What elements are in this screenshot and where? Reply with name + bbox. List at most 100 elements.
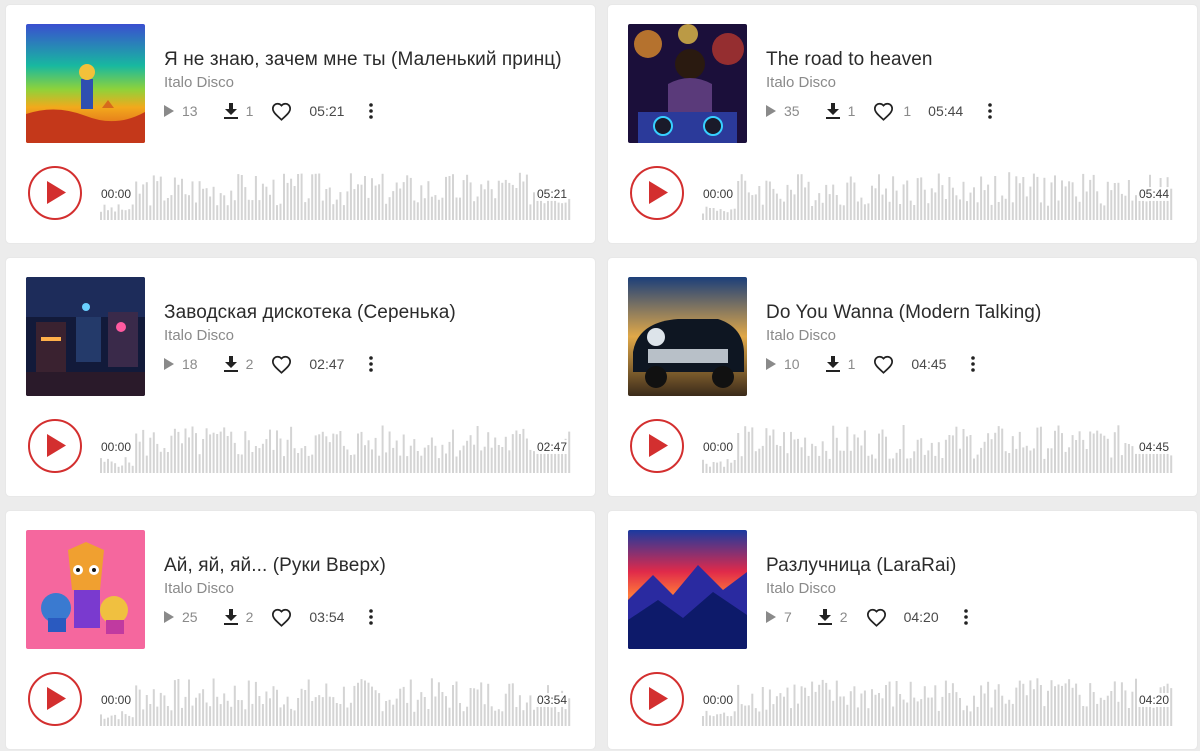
waveform-scrubber[interactable] [100, 678, 571, 726]
likes-stat [271, 355, 292, 374]
waveform-scrubber[interactable] [702, 172, 1173, 220]
heart-icon[interactable] [271, 608, 292, 627]
track-genre[interactable]: Italo Disco [164, 327, 234, 344]
heart-icon[interactable] [271, 355, 292, 374]
downloads-count: 2 [245, 356, 254, 372]
downloads-stat: 2 [223, 356, 272, 372]
likes-stat [271, 608, 292, 627]
plays-count: 10 [784, 356, 800, 372]
plays-count: 35 [784, 103, 800, 119]
total-time: 04:45 [1138, 440, 1171, 454]
play-icon [649, 434, 668, 457]
play-button[interactable] [630, 672, 684, 726]
downloads-stat: 2 [223, 609, 272, 625]
heart-icon[interactable] [866, 608, 887, 627]
track-title[interactable]: Заводская дискотека (Серенька) [164, 302, 456, 324]
play-button[interactable] [630, 166, 684, 220]
more-vertical-icon[interactable] [368, 609, 374, 625]
play-button[interactable] [28, 672, 82, 726]
track-card: The road to heaven Italo Disco 35 1 1 05… [608, 5, 1197, 243]
track-duration: 04:45 [911, 356, 947, 372]
downloads-stat: 2 [817, 609, 866, 625]
total-time: 02:47 [536, 440, 569, 454]
downloads-count: 2 [839, 609, 848, 625]
download-icon[interactable] [817, 609, 832, 625]
plays-count: 18 [182, 356, 198, 372]
play-icon [649, 181, 668, 204]
more-vertical-icon[interactable] [987, 103, 993, 119]
downloads-stat: 1 [223, 103, 272, 119]
download-icon[interactable] [223, 103, 238, 119]
little-prince-cover[interactable] [26, 24, 145, 143]
likes-stat [873, 355, 894, 374]
track-meta: 18 2 02:47 [164, 354, 374, 374]
download-icon[interactable] [223, 356, 238, 372]
waveform-scrubber[interactable] [702, 678, 1173, 726]
play-icon [47, 434, 66, 457]
downloads-stat: 1 [825, 103, 874, 119]
download-icon[interactable] [223, 609, 238, 625]
track-genre[interactable]: Italo Disco [164, 74, 234, 91]
dj-party-cover[interactable] [628, 24, 747, 143]
track-card: Я не знаю, зачем мне ты (Маленький принц… [6, 5, 595, 243]
total-time: 03:54 [536, 693, 569, 707]
heart-icon[interactable] [873, 355, 894, 374]
track-meta: 13 1 05:21 [164, 101, 374, 121]
current-time: 00:00 [100, 693, 133, 707]
heart-icon[interactable] [271, 102, 292, 121]
download-icon[interactable] [825, 103, 840, 119]
track-meta: 25 2 03:54 [164, 607, 374, 627]
likes-stat [866, 608, 887, 627]
more-vertical-icon[interactable] [368, 356, 374, 372]
mountains-cover[interactable] [628, 530, 747, 649]
waveform-scrubber[interactable] [100, 425, 571, 473]
more-vertical-icon[interactable] [963, 609, 969, 625]
downloads-count: 2 [245, 609, 254, 625]
play-button[interactable] [630, 419, 684, 473]
download-icon[interactable] [825, 356, 840, 372]
plays-stat: 7 [766, 609, 818, 625]
total-time: 04:20 [1138, 693, 1171, 707]
track-duration: 03:54 [309, 609, 345, 625]
track-title[interactable]: Do You Wanna (Modern Talking) [766, 302, 1041, 324]
current-time: 00:00 [100, 440, 133, 454]
current-time: 00:00 [702, 187, 735, 201]
track-title[interactable]: The road to heaven [766, 49, 933, 71]
track-genre[interactable]: Italo Disco [164, 580, 234, 597]
track-genre[interactable]: Italo Disco [766, 327, 836, 344]
play-button[interactable] [28, 166, 82, 220]
track-title[interactable]: Ай, яй, яй... (Руки Вверх) [164, 555, 386, 577]
track-duration: 04:20 [903, 609, 939, 625]
track-meta: 10 1 04:45 [766, 354, 976, 374]
track-duration: 05:44 [928, 103, 964, 119]
waveform-scrubber[interactable] [100, 172, 571, 220]
play-icon [47, 181, 66, 204]
plays-count: 13 [182, 103, 198, 119]
waveform-scrubber[interactable] [702, 425, 1173, 473]
plays-stat: 10 [766, 356, 826, 372]
plays-triangle-icon [164, 611, 174, 623]
plays-triangle-icon [766, 105, 776, 117]
cartoon-hands-cover[interactable] [26, 530, 145, 649]
plays-count: 25 [182, 609, 198, 625]
track-title[interactable]: Я не знаю, зачем мне ты (Маленький принц… [164, 49, 562, 71]
plays-stat: 35 [766, 103, 826, 119]
plays-stat: 18 [164, 356, 224, 372]
track-title[interactable]: Разлучница (LaraRai) [766, 555, 956, 577]
heart-icon[interactable] [873, 102, 894, 121]
more-vertical-icon[interactable] [970, 356, 976, 372]
play-button[interactable] [28, 419, 82, 473]
factory-disco-cover[interactable] [26, 277, 145, 396]
plays-triangle-icon [164, 358, 174, 370]
track-card: Ай, яй, яй... (Руки Вверх) Italo Disco 2… [6, 511, 595, 749]
track-card: Do You Wanna (Modern Talking) Italo Disc… [608, 258, 1197, 496]
track-genre[interactable]: Italo Disco [766, 580, 836, 597]
downloads-stat: 1 [825, 356, 874, 372]
track-genre[interactable]: Italo Disco [766, 74, 836, 91]
likes-stat: 1 [873, 102, 911, 121]
track-card: Разлучница (LaraRai) Italo Disco 7 2 04:… [608, 511, 1197, 749]
retro-car-cover[interactable] [628, 277, 747, 396]
play-icon [47, 687, 66, 710]
plays-triangle-icon [766, 358, 776, 370]
more-vertical-icon[interactable] [368, 103, 374, 119]
